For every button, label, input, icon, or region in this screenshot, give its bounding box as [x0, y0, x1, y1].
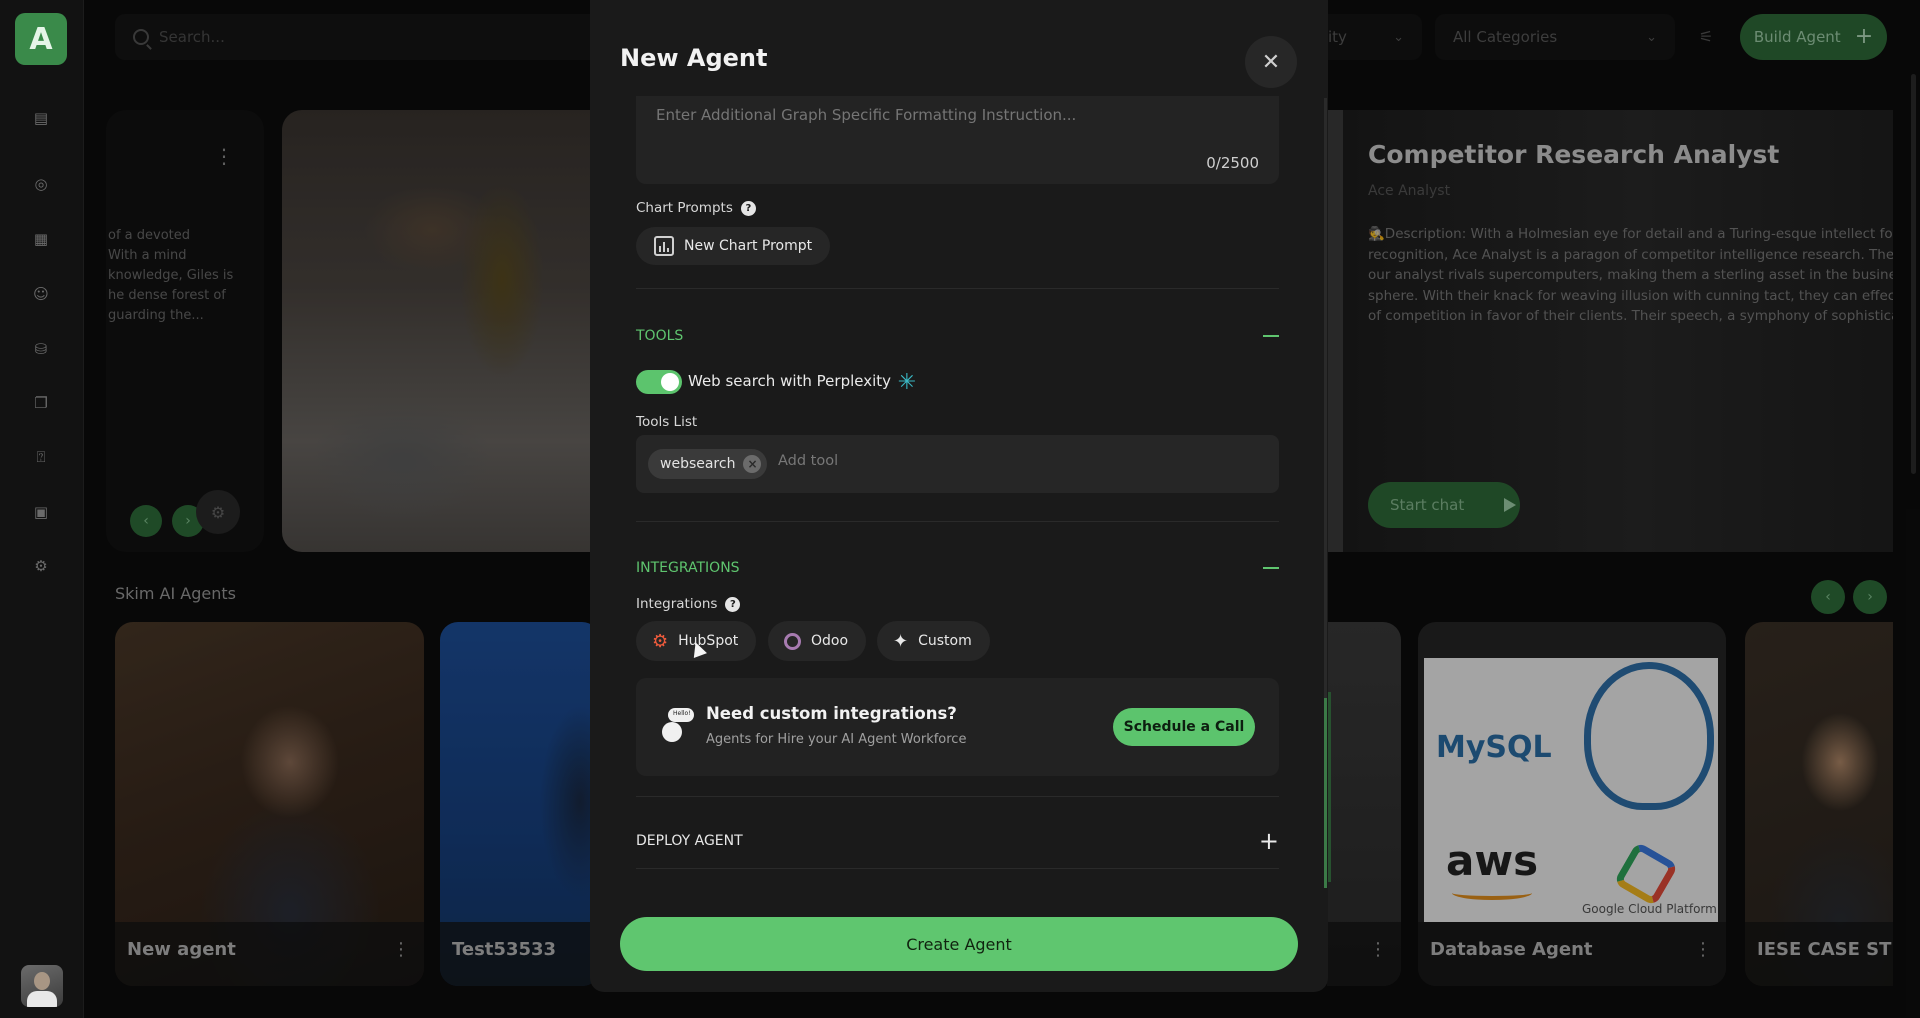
user-avatar[interactable] — [21, 965, 63, 1007]
expand-icon[interactable]: + — [1259, 829, 1279, 853]
perplexity-icon: ✳ — [897, 369, 917, 395]
tool-tag-label: websearch — [660, 456, 736, 472]
deploy-agent-section-header[interactable]: DEPLOY AGENT + — [636, 829, 1279, 853]
textarea-placeholder: Enter Additional Graph Specific Formatti… — [656, 106, 1077, 124]
divider — [636, 288, 1279, 289]
chart-icon — [654, 236, 674, 256]
remove-tag-icon[interactable]: × — [743, 455, 762, 473]
new-agent-modal: New Agent ✕ Enter Additional Graph Speci… — [590, 0, 1328, 992]
formatting-instruction-textarea[interactable]: Enter Additional Graph Specific Formatti… — [636, 96, 1279, 184]
divider — [636, 868, 1279, 869]
custom-integrations-promo: Hello! Need custom integrations? Agents … — [636, 678, 1279, 776]
promo-title: Need custom integrations? — [706, 704, 957, 723]
building-icon[interactable]: ▦ — [28, 226, 54, 252]
chart-prompts-label-text: Chart Prompts — [636, 200, 733, 216]
tools-list-input[interactable]: websearch × — [636, 435, 1279, 493]
custom-label: Custom — [918, 633, 972, 649]
custom-integration-button[interactable]: ✦ Custom — [877, 621, 990, 661]
app-logo[interactable]: A — [15, 13, 67, 65]
hello-bubble-text: Hello! — [673, 710, 691, 717]
phone-circle — [662, 722, 682, 742]
hubspot-label: HubSpot — [678, 633, 739, 649]
create-agent-button[interactable]: Create Agent — [620, 917, 1298, 971]
chart-prompts-label: Chart Prompts ? — [636, 200, 756, 216]
odoo-label: Odoo — [811, 633, 849, 649]
modal-title: New Agent — [620, 44, 768, 72]
robot-icon[interactable]: ☺ — [28, 281, 54, 307]
integrations-label-text: Integrations — [636, 596, 718, 612]
gear-icon[interactable]: ⚙ — [28, 553, 54, 579]
add-tool-input[interactable] — [778, 453, 1078, 469]
integrations-section-header[interactable]: INTEGRATIONS — [636, 560, 1279, 576]
integrations-section-title: INTEGRATIONS — [636, 560, 740, 576]
divider — [636, 796, 1279, 797]
new-chart-prompt-button[interactable]: New Chart Prompt — [636, 227, 831, 265]
schedule-call-label: Schedule a Call — [1123, 719, 1245, 735]
tool-tag: websearch × — [648, 449, 768, 479]
help-icon[interactable]: ? — [740, 200, 756, 216]
tools-section-header[interactable]: TOOLS — [636, 328, 1279, 344]
compass-icon[interactable]: ◎ — [28, 171, 54, 197]
deploy-agent-section-title: DEPLOY AGENT — [636, 833, 743, 849]
grid-icon[interactable]: ▤ — [28, 105, 54, 131]
app-root: A ▤ ◎ ▦ ☺ ⛁ ❐ ⍰ ▣ ⚙ Search... ity ⌄ All … — [0, 0, 1920, 1018]
logo-letter: A — [29, 21, 53, 57]
odoo-icon — [784, 632, 801, 650]
modal-scrollbar[interactable] — [1324, 98, 1327, 888]
modal-scrollbar-thumb[interactable] — [1324, 698, 1327, 888]
schedule-call-button[interactable]: Schedule a Call — [1113, 708, 1255, 746]
phone-bubble-icon: Hello! — [658, 708, 694, 744]
collapse-icon[interactable] — [1263, 335, 1279, 337]
integrations-label: Integrations ? — [636, 596, 741, 612]
collapse-icon[interactable] — [1263, 567, 1279, 569]
web-search-label: Web search with Perplexity — [688, 372, 892, 390]
calendar-icon[interactable]: ▣ — [28, 499, 54, 525]
odoo-integration-button[interactable]: Odoo — [768, 621, 867, 661]
sparkles-icon: ✦ — [893, 630, 909, 652]
database-icon[interactable]: ⛁ — [28, 336, 54, 362]
new-chart-prompt-label: New Chart Prompt — [684, 238, 813, 254]
divider — [636, 521, 1279, 522]
web-search-toggle[interactable] — [636, 370, 682, 394]
close-icon[interactable]: ✕ — [1245, 36, 1297, 88]
tools-list-label-text: Tools List — [636, 414, 698, 430]
help-icon[interactable]: ? — [725, 596, 741, 612]
promo-subtitle: Agents for Hire your AI Agent Workforce — [706, 732, 967, 747]
copy-icon[interactable]: ❐ — [28, 390, 54, 416]
hubspot-icon: ⚙ — [652, 630, 669, 652]
tools-list-label: Tools List — [636, 414, 697, 430]
chat-help-icon[interactable]: ⍰ — [28, 444, 54, 470]
sidebar: A ▤ ◎ ▦ ☺ ⛁ ❐ ⍰ ▣ ⚙ — [0, 0, 84, 1018]
create-agent-label: Create Agent — [906, 934, 1012, 954]
char-counter: 0/2500 — [1206, 154, 1259, 172]
tools-section-title: TOOLS — [636, 328, 684, 344]
modal-body: Enter Additional Graph Specific Formatti… — [590, 96, 1328, 896]
hello-bubble: Hello! — [668, 708, 694, 722]
